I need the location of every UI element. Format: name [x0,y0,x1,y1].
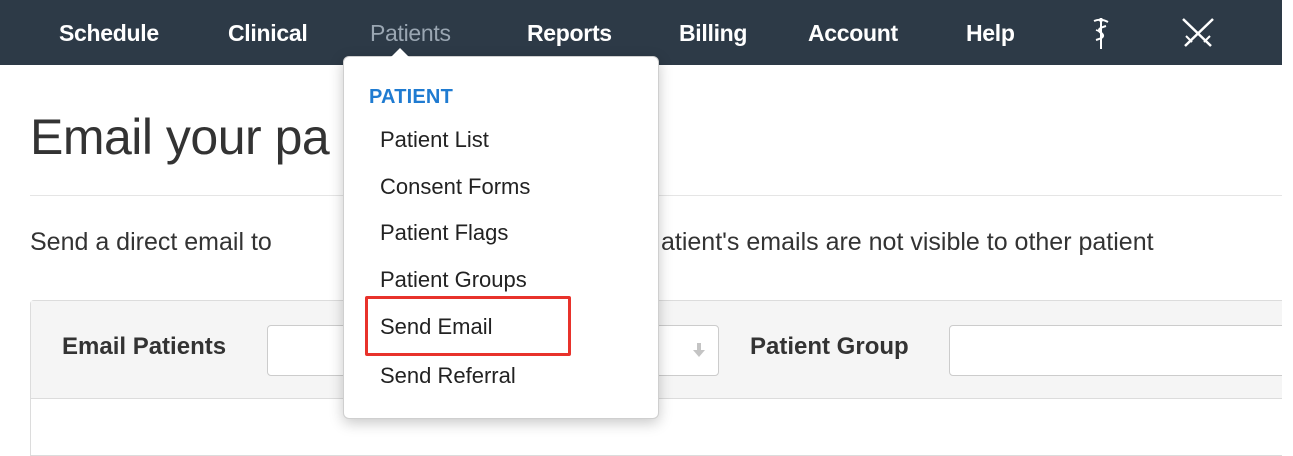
email-patients-label: Email Patients [62,333,227,360]
patient-group-label: Patient Group [750,333,909,360]
patient-group-select[interactable] [949,325,1289,376]
caduceus-icon[interactable] [1089,16,1113,55]
menu-item-patient-list[interactable]: Patient List [380,127,489,153]
nav-item-clinical[interactable]: Clinical [228,0,308,65]
arrow-down-icon [692,342,706,363]
page-title: Email your pa [30,109,330,165]
menu-item-send-referral[interactable]: Send Referral [380,363,516,389]
nav-item-help[interactable]: Help [966,0,1015,65]
nav-item-billing[interactable]: Billing [679,0,747,65]
nav-item-account[interactable]: Account [808,0,898,65]
dropdown-caret [391,48,409,57]
nav-item-schedule[interactable]: Schedule [59,0,159,65]
highlight-annotation-box [365,296,571,356]
crossed-swords-icon[interactable] [1180,17,1216,54]
right-margin [1282,0,1293,456]
menu-item-consent-forms[interactable]: Consent Forms [380,174,530,200]
description-end: atient's emails are not visible to other… [661,228,1154,256]
menu-item-patient-groups[interactable]: Patient Groups [380,267,527,293]
menu-item-patient-flags[interactable]: Patient Flags [380,220,508,246]
description-start: Send a direct email to [30,228,272,256]
patients-dropdown-menu: PATIENT Patient List Consent Forms Patie… [343,48,659,419]
dropdown-section-header: PATIENT [369,86,453,108]
